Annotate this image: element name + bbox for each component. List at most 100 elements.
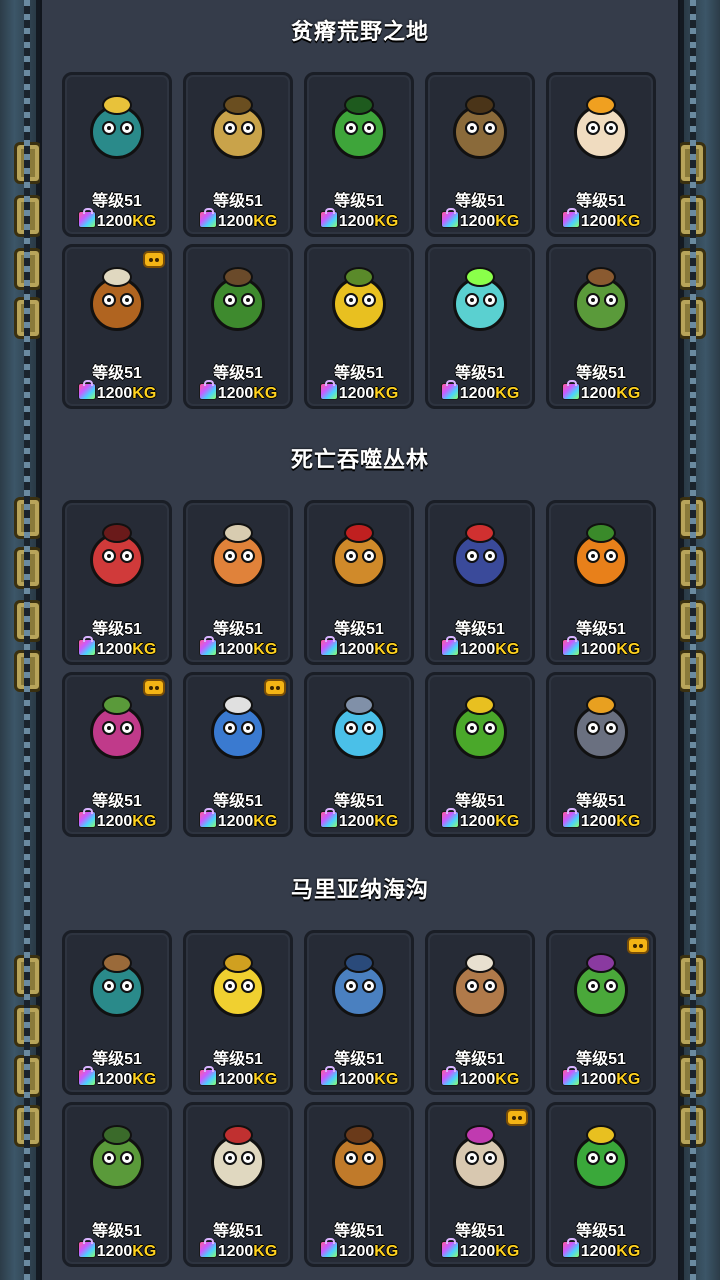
weight-amount: 1200 (338, 1243, 375, 1260)
frame-bolt-icon (678, 955, 706, 997)
creature-card[interactable]: 等级51 1200KG (425, 1102, 535, 1267)
weight-bag-icon (440, 636, 459, 656)
weight-unit: KG (253, 1071, 278, 1088)
weight-bag-icon (77, 808, 96, 828)
creature-card[interactable]: 等级51 1200KG (546, 672, 656, 837)
creature-card[interactable]: 等级51 1200KG (425, 72, 535, 237)
weight-bag-icon (440, 1238, 459, 1258)
weight-amount: 1200 (580, 641, 617, 658)
section-title-wasteland: 贫瘠荒野之地 (290, 19, 429, 44)
weight-bag-icon (198, 1066, 217, 1086)
weight-bag-icon (198, 808, 217, 828)
creature-card[interactable]: 等级51 1200KG (62, 1102, 172, 1267)
weight-unit: KG (374, 213, 399, 230)
weight-amount: 1200 (217, 1243, 254, 1260)
weight-amount: 1200 (217, 385, 254, 402)
weight-amount: 1200 (338, 813, 375, 830)
weight-unit: KG (495, 641, 520, 658)
creature-weight: 1200KG (549, 808, 653, 831)
weight-unit: KG (253, 1243, 278, 1260)
creature-card[interactable]: 等级51 1200KG (304, 244, 414, 409)
bubble-fish-icon (316, 687, 402, 773)
frame-bolt-icon (678, 1005, 706, 1047)
weight-unit: KG (495, 813, 520, 830)
creature-level: 等级51 (334, 1051, 384, 1068)
mantis-icon (558, 945, 644, 1031)
sea-cucumber-icon (74, 1117, 160, 1203)
weight-amount: 1200 (217, 813, 254, 830)
creature-card[interactable]: 等级51 1200KG (304, 1102, 414, 1267)
creature-card[interactable]: 等级51 1200KG (62, 244, 172, 409)
weight-bag-icon (319, 208, 338, 228)
weight-unit: KG (374, 813, 399, 830)
weight-bag-icon (319, 1066, 338, 1086)
creature-card[interactable]: 等级51 1200KG (62, 930, 172, 1095)
tomato-toad-icon (74, 515, 160, 601)
frame-bolt-icon (678, 650, 706, 692)
seahorse-icon (558, 1117, 644, 1203)
creature-card[interactable]: 等级51 1200KG (183, 1102, 293, 1267)
weight-amount: 1200 (338, 385, 375, 402)
creature-level: 等级51 (576, 793, 626, 810)
weight-unit: KG (132, 641, 157, 658)
creature-card[interactable]: 等级51 1200KG (425, 930, 535, 1095)
special-badge-icon (506, 1109, 528, 1126)
creature-weight: 1200KG (549, 1066, 653, 1089)
creature-level: 等级51 (213, 621, 263, 638)
creature-level: 等级51 (334, 1223, 384, 1240)
creature-card[interactable]: 等级51 1200KG (183, 244, 293, 409)
weight-amount: 1200 (96, 813, 133, 830)
weight-bag-icon (561, 208, 580, 228)
creature-card[interactable]: 等级51 1200KG (183, 672, 293, 837)
creature-card[interactable]: 等级51 1200KG (304, 930, 414, 1095)
frame-bolt-icon (14, 600, 42, 642)
creature-card[interactable]: 等级51 1200KG (546, 500, 656, 665)
creature-level: 等级51 (92, 621, 142, 638)
frame-bolt-icon (678, 497, 706, 539)
weight-bag-icon (440, 808, 459, 828)
creature-weight: 1200KG (186, 208, 290, 231)
creature-card[interactable]: 等级51 1200KG (546, 244, 656, 409)
weight-unit: KG (495, 1243, 520, 1260)
creature-level: 等级51 (334, 621, 384, 638)
creature-card[interactable]: 等级51 1200KG (546, 72, 656, 237)
creature-card[interactable]: 等级51 1200KG (425, 672, 535, 837)
egg-chick-icon (558, 87, 644, 173)
creature-card[interactable]: 等级51 1200KG (62, 500, 172, 665)
weight-unit: KG (132, 1071, 157, 1088)
creature-weight: 1200KG (428, 380, 532, 403)
collection-panel[interactable]: 贫瘠荒野之地 等级51 1200KG 等级51 1200KG 等级51 1200KG 等级5… (40, 0, 680, 1280)
creature-card[interactable]: 等级51 1200KG (546, 930, 656, 1095)
weight-amount: 1200 (217, 213, 254, 230)
creature-card[interactable]: 等级51 1200KG (304, 72, 414, 237)
creature-card[interactable]: 等级51 1200KG (183, 500, 293, 665)
creature-weight: 1200KG (428, 808, 532, 831)
weight-unit: KG (495, 385, 520, 402)
creature-card[interactable]: 等级51 1200KG (183, 72, 293, 237)
special-badge-icon (143, 251, 165, 268)
weight-amount: 1200 (217, 641, 254, 658)
rock-monster-icon (558, 687, 644, 773)
creature-level: 等级51 (455, 621, 505, 638)
weight-bag-icon (319, 808, 338, 828)
creature-card[interactable]: 等级51 1200KG (304, 500, 414, 665)
creature-card[interactable]: 等级51 1200KG (425, 244, 535, 409)
yak-monster-icon (74, 259, 160, 345)
frame-bolt-icon (14, 195, 42, 237)
creature-card[interactable]: 等级51 1200KG (304, 672, 414, 837)
creature-card[interactable]: 等级51 1200KG (425, 500, 535, 665)
walrus-shell-icon (437, 945, 523, 1031)
weight-amount: 1200 (338, 213, 375, 230)
creature-card[interactable]: 等级51 1200KG (183, 930, 293, 1095)
weight-amount: 1200 (217, 1071, 254, 1088)
creature-grid-jungle: 等级51 1200KG 等级51 1200KG 等级51 1200KG 等级51 1200KG… (62, 500, 656, 837)
mango-monkey-icon (316, 515, 402, 601)
weight-bag-icon (198, 1238, 217, 1258)
weight-bag-icon (77, 1238, 96, 1258)
creature-card[interactable]: 等级51 1200KG (62, 72, 172, 237)
creature-card[interactable]: 等级51 1200KG (62, 672, 172, 837)
mushroom-llama-icon (195, 515, 281, 601)
frame-bolt-icon (678, 600, 706, 642)
weight-amount: 1200 (96, 641, 133, 658)
creature-card[interactable]: 等级51 1200KG (546, 1102, 656, 1267)
